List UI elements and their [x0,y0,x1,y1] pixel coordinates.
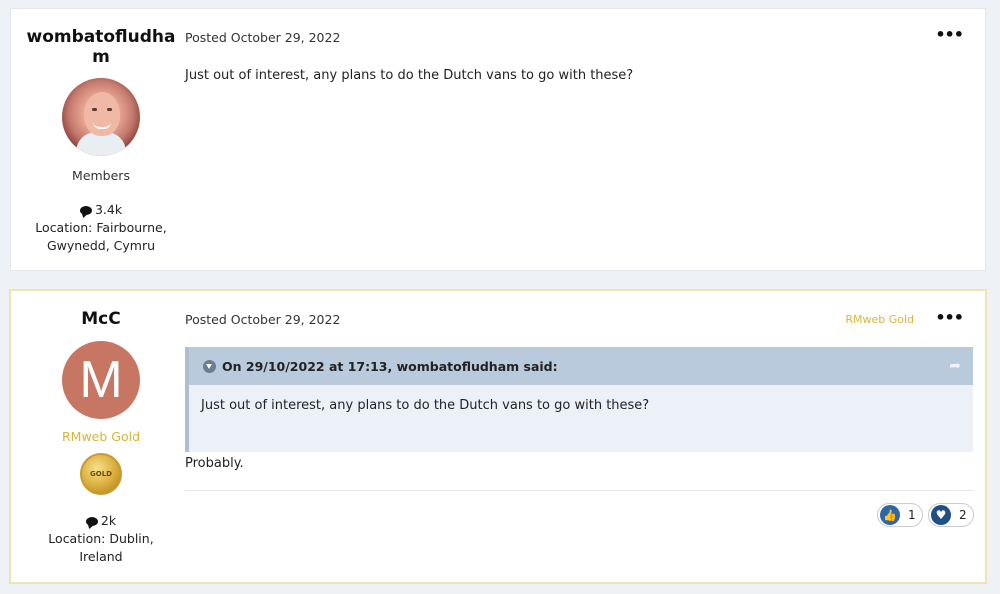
post-count: 3.4k [11,201,191,219]
post-date[interactable]: Posted October 29, 2022 [185,312,340,327]
comment-icon [85,517,98,526]
post-body: Just out of interest, any plans to do th… [185,68,634,83]
comment-icon [79,206,92,215]
divider [185,490,973,491]
author-name-line1[interactable]: wombatofludha [11,27,191,47]
avatar[interactable] [62,78,140,156]
reaction-thumbs-up[interactable]: 👍 1 [877,503,923,527]
quote-block: On 29/10/2022 at 17:13, wombatofludham s… [185,347,973,452]
reaction-count: 2 [959,508,967,522]
quote-text: Just out of interest, any plans to do th… [201,398,650,413]
post-menu-icon[interactable]: ••• [935,308,964,327]
author-name[interactable]: wombatofludha m [11,27,191,67]
quote-citation[interactable]: On 29/10/2022 at 17:13, wombatofludham s… [222,359,558,374]
thumbs-up-icon: 👍 [880,505,900,525]
location-line1: Location: Fairbourne, [35,220,167,235]
collapse-toggle-icon[interactable] [203,359,216,373]
location-line2: Gwynedd, Cymru [46,238,156,253]
post-body: Probably. [185,456,244,471]
reaction-heart[interactable]: ♥ 2 [928,503,974,527]
author-name-line2[interactable]: m [11,47,191,67]
member-group: RMweb Gold [61,429,141,444]
post-wombatofludham: wombatofludha m Members 3.4k Location: F… [10,8,986,271]
location-line2: Ireland [79,549,123,564]
author-panel: McC M RMweb Gold GOLD 2k Location: Dubli… [11,291,191,566]
author-panel: wombatofludha m Members 3.4k Location: F… [11,9,191,255]
gold-badge-icon: GOLD [80,453,122,495]
post-menu-icon[interactable]: ••• [935,25,964,44]
quote-header: On 29/10/2022 at 17:13, wombatofludham s… [189,347,973,385]
heart-icon: ♥ [931,505,951,525]
post-mcc: McC M RMweb Gold GOLD 2k Location: Dubli… [9,289,987,584]
gold-member-tag: RMweb Gold [845,313,914,326]
share-arrow-icon[interactable]: ➦ [949,358,961,374]
author-name[interactable]: McC [11,309,191,329]
post-date[interactable]: Posted October 29, 2022 [185,30,340,45]
member-group: Members [72,168,130,183]
post-count: 2k [11,512,191,530]
location-line1: Location: Dublin, [48,531,154,546]
reaction-count: 1 [908,508,916,522]
avatar[interactable]: M [62,341,140,419]
